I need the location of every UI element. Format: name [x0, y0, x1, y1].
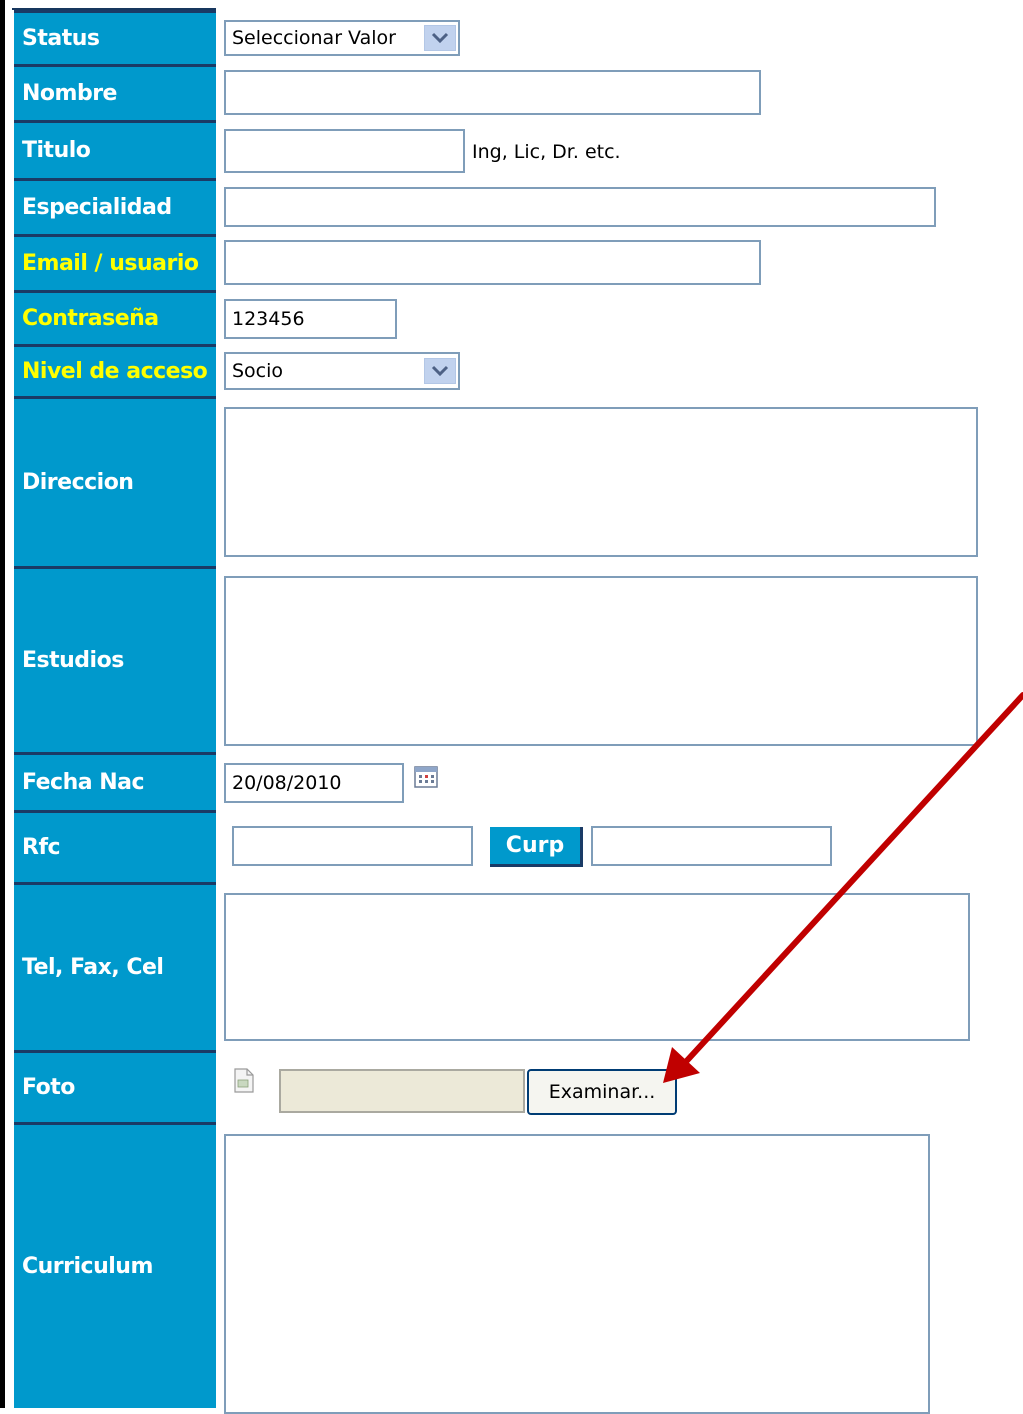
- nivel-acceso-select[interactable]: Socio: [224, 352, 460, 390]
- label-tel-fax-cel: Tel, Fax, Cel: [14, 882, 216, 1050]
- label-nivel-acceso: Nivel de acceso: [14, 344, 216, 396]
- email-input[interactable]: [224, 240, 761, 285]
- browse-button[interactable]: Examinar...: [527, 1069, 677, 1115]
- direccion-textarea[interactable]: [224, 407, 978, 557]
- label-status: Status: [14, 10, 216, 64]
- file-path-input[interactable]: [279, 1069, 525, 1113]
- estudios-textarea[interactable]: [224, 576, 978, 746]
- calendar-icon[interactable]: [414, 766, 438, 788]
- label-estudios: Estudios: [14, 566, 216, 752]
- label-direccion: Direccion: [14, 396, 216, 566]
- label-email: Email / usuario: [14, 234, 216, 290]
- curp-input[interactable]: [591, 826, 832, 866]
- rfc-input[interactable]: [232, 826, 473, 866]
- curp-label: Curp: [490, 827, 583, 867]
- label-especialidad: Especialidad: [14, 178, 216, 234]
- label-contrasena: Contraseña: [14, 290, 216, 344]
- label-titulo: Titulo: [14, 120, 216, 178]
- nombre-input[interactable]: [224, 70, 761, 115]
- password-input[interactable]: 123456: [224, 299, 397, 339]
- status-select-value: Seleccionar Valor: [232, 27, 396, 49]
- tel-fax-cel-textarea[interactable]: [224, 893, 970, 1041]
- titulo-input[interactable]: [224, 129, 465, 173]
- curriculum-textarea[interactable]: [224, 1134, 930, 1414]
- especialidad-input[interactable]: [224, 187, 936, 227]
- label-fecha-nac: Fecha Nac: [14, 752, 216, 810]
- label-curriculum: Curriculum: [14, 1122, 216, 1408]
- broken-image-icon: [233, 1068, 255, 1094]
- label-foto: Foto: [14, 1050, 216, 1122]
- status-select[interactable]: Seleccionar Valor: [224, 20, 460, 56]
- nivel-acceso-value: Socio: [232, 360, 284, 382]
- window-left-border: [0, 0, 5, 1408]
- titulo-hint: Ing, Lic, Dr. etc.: [472, 141, 621, 163]
- label-nombre: Nombre: [14, 64, 216, 120]
- fecha-nac-input[interactable]: 20/08/2010: [224, 763, 404, 803]
- chevron-down-icon[interactable]: [424, 358, 456, 384]
- chevron-down-icon[interactable]: [424, 25, 456, 51]
- label-rfc: Rfc: [14, 810, 216, 882]
